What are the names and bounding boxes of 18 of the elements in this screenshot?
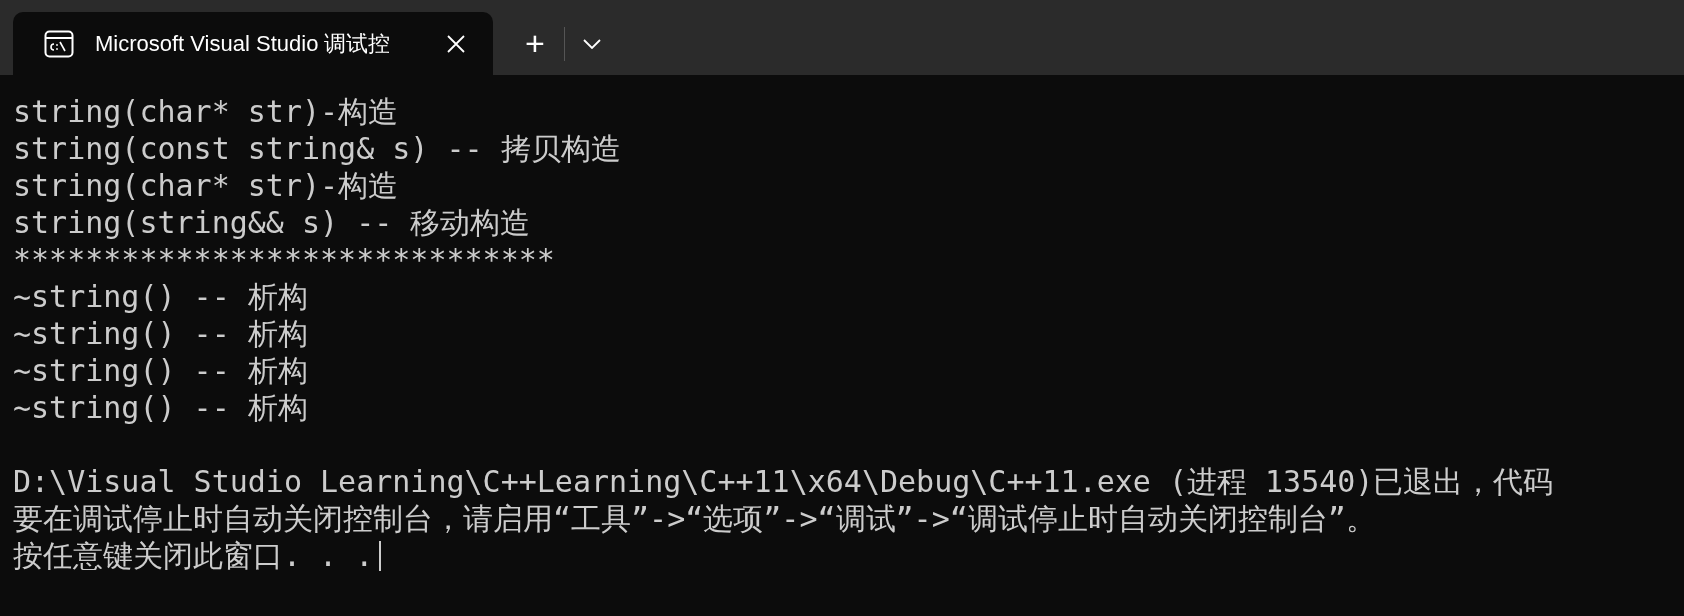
console-line: D:\Visual Studio Learning\C++Learning\C++11\x64\Debug\C++11.exe (进程 13540)已退出，代码 (13, 463, 1554, 500)
console-line: string(string&& s) -- 移动构造 (13, 204, 531, 241)
console-line: ~string() -- 析构 (13, 278, 308, 315)
console-line: 按任意键关闭此窗口. . . (13, 537, 374, 574)
chevron-down-icon[interactable] (583, 38, 601, 49)
console-line: ****************************** (13, 241, 555, 278)
console-line: string(const string& s) -- 拷贝构造 (13, 130, 621, 167)
console-line: string(char* str)-构造 (13, 167, 399, 204)
terminal-icon (44, 29, 74, 58)
console-line: string(char* str)-构造 (13, 93, 399, 130)
new-tab-button[interactable]: + (506, 12, 564, 75)
console-line: 要在调试停止时自动关闭控制台，请启用“工具”->“选项”->“调试”->“调试停止时自动关闭控制台”。 (13, 500, 1376, 537)
console-line: ~string() -- 析构 (13, 352, 308, 389)
tab[interactable]: Microsoft Visual Studio 调试控 (13, 12, 493, 75)
console-line: ~string() -- 析构 (13, 389, 308, 426)
close-icon[interactable] (447, 34, 465, 53)
tab-title: Microsoft Visual Studio 调试控 (95, 30, 392, 58)
console-line: ~string() -- 析构 (13, 315, 308, 352)
